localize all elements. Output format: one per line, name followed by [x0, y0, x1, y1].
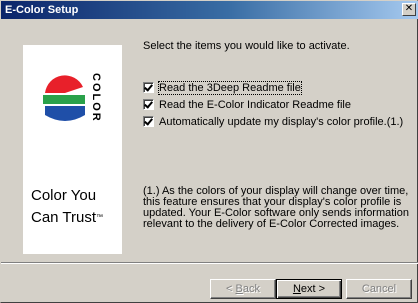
back-button[interactable]: < Back	[210, 279, 276, 299]
option-label: Read the 3Deep Readme file	[158, 81, 302, 95]
button-separator	[1, 262, 418, 264]
checkbox-auto-update-profile[interactable]	[143, 115, 154, 127]
option-label: Read the E-Color Indicator Readme file	[159, 99, 351, 111]
tagline: Color You Can Trust™	[31, 185, 121, 229]
branding-panel: COLOR Color You Can Trust™	[23, 45, 122, 254]
logo-green-band	[43, 95, 85, 104]
logo-wordmark: COLOR	[90, 73, 102, 123]
option-auto-update-profile[interactable]: Automatically update my display's color …	[143, 115, 404, 129]
footnote-text: (1.) As the colors of your display will …	[143, 185, 409, 230]
window-title: E-Color Setup	[5, 4, 79, 16]
title-bar[interactable]: E-Color Setup ✕	[1, 1, 418, 19]
setup-window: E-Color Setup ✕ COLOR Color You Can Trus…	[0, 0, 418, 303]
checkbox-ecolor-indicator-readme[interactable]	[143, 98, 154, 110]
logo-red-arc	[45, 75, 83, 93]
checkbox-3deep-readme[interactable]	[143, 81, 154, 93]
tagline-line2: Can Trust™	[31, 209, 104, 226]
tagline-line1: Color You	[31, 187, 97, 204]
close-button[interactable]: ✕	[402, 3, 416, 16]
option-read-3deep-readme[interactable]: Read the 3Deep Readme file	[143, 81, 302, 95]
close-icon: ✕	[404, 3, 414, 14]
cancel-button[interactable]: Cancel	[346, 279, 412, 299]
logo-blue-base	[45, 106, 85, 121]
option-read-ecolor-indicator-readme[interactable]: Read the E-Color Indicator Readme file	[143, 98, 351, 112]
trademark-symbol: ™	[96, 214, 104, 221]
next-button[interactable]: Next >	[276, 279, 342, 299]
intro-text: Select the items you would like to activ…	[143, 40, 350, 52]
option-label: Automatically update my display's color …	[159, 116, 404, 128]
e-color-logo: COLOR	[43, 73, 102, 123]
